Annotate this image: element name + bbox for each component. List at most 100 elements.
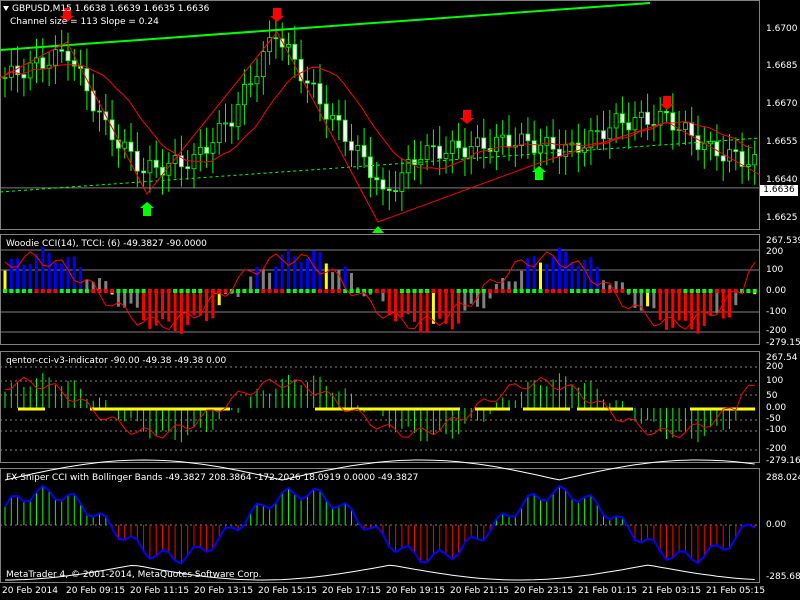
candle-body xyxy=(449,140,455,154)
zero-line-dot xyxy=(324,289,329,293)
candle-body xyxy=(437,145,443,159)
panel-min: -285.685 xyxy=(766,572,800,582)
symbol-info: GBPUSD,M15 1.6638 1.6639 1.6635 1.6636 xyxy=(12,4,210,14)
zero-line-dot xyxy=(633,289,637,293)
candle-body xyxy=(128,141,134,152)
panel-min: -279.16 xyxy=(766,456,800,466)
zero-line-dot xyxy=(450,289,455,293)
cci-histogram-bar xyxy=(406,291,410,315)
candle-body xyxy=(493,136,499,152)
candle-body xyxy=(204,146,210,154)
sell-arrow-icon xyxy=(660,96,674,110)
zero-line-dot xyxy=(280,289,285,293)
sell-arrow-icon xyxy=(460,110,474,124)
zero-line-dot xyxy=(475,289,480,293)
cci-histogram-bar xyxy=(142,291,146,321)
zero-line-dot xyxy=(122,289,127,293)
cci-histogram-bar xyxy=(179,291,183,334)
candle-body xyxy=(664,111,669,114)
zero-line-dot xyxy=(129,289,133,293)
candle-body xyxy=(367,156,373,179)
cci-histogram-bar xyxy=(47,252,51,291)
zero-line-dot xyxy=(664,289,669,293)
panel-max: 267.5399 xyxy=(766,236,800,246)
cci-histogram-bar xyxy=(167,291,171,322)
zero-line-dot xyxy=(261,289,266,293)
candle-body xyxy=(223,122,228,125)
zero-line-dot xyxy=(273,289,278,293)
zero-line-dot xyxy=(173,289,178,293)
cci-histogram-bar xyxy=(589,257,593,291)
zero-line-dot xyxy=(670,289,675,293)
candle-body xyxy=(153,159,159,168)
candle-body xyxy=(443,153,449,159)
cci-histogram-bar xyxy=(665,291,668,330)
zero-line-dot xyxy=(116,289,121,293)
cci-histogram-bar xyxy=(41,247,45,291)
candle-body xyxy=(657,111,663,126)
zero-line-dot xyxy=(425,289,430,293)
mt4-chart-canvas[interactable] xyxy=(0,0,800,600)
cci-histogram-bar xyxy=(3,270,7,291)
candle-body xyxy=(531,140,537,154)
price-label: 1.6625 xyxy=(766,213,798,223)
zero-line-dot xyxy=(292,289,297,293)
zero-line-dot xyxy=(330,289,335,293)
panel-title: qentor-cci-v3-indicator -90.00 -49.38 -4… xyxy=(6,356,227,366)
zero-line-dot xyxy=(248,289,253,293)
zero-line-dot xyxy=(588,289,593,293)
cci-histogram-bar xyxy=(9,258,13,291)
level-label: 50 xyxy=(766,391,778,401)
candle-body xyxy=(632,117,638,131)
candle-body xyxy=(40,57,46,69)
cci-histogram-bar xyxy=(53,262,57,291)
cci-histogram-bar xyxy=(186,291,190,325)
zero-line-dot xyxy=(507,289,511,293)
cci-histogram-bar xyxy=(463,291,467,311)
zero-line-dot xyxy=(15,289,20,293)
zero-line-dot xyxy=(103,289,108,293)
candle-body xyxy=(689,122,695,137)
zero-line-dot xyxy=(3,289,7,293)
zero-line-dot xyxy=(570,289,574,293)
channel-bottom-line xyxy=(0,137,761,193)
panel-title: Woodie CCI(14), TCCI: (6) -49.3827 -90.0… xyxy=(6,239,207,249)
candle-body xyxy=(122,141,128,149)
zero-line-dot xyxy=(689,289,694,293)
candle-body xyxy=(141,170,147,174)
zero-line-dot xyxy=(166,289,171,293)
zero-line-dot xyxy=(223,289,228,293)
cci-histogram-bar xyxy=(438,291,442,319)
zero-line-dot xyxy=(299,289,304,293)
candle-body xyxy=(670,112,676,131)
price-label: 1.6640 xyxy=(766,175,798,185)
level-label: 0.00 xyxy=(766,520,787,530)
zero-line-dot xyxy=(513,289,518,293)
candle-body xyxy=(727,149,732,162)
candle-body xyxy=(292,43,298,60)
zero-line-dot xyxy=(9,289,14,293)
candle-body xyxy=(2,76,8,79)
cci-histogram-bar xyxy=(318,252,322,291)
level-label: -200 xyxy=(766,326,787,336)
cci-histogram-bar xyxy=(431,291,435,324)
time-label: 20 Feb 15:15 xyxy=(258,586,318,596)
cci-histogram-bar xyxy=(570,261,574,291)
zero-line-dot xyxy=(53,289,58,293)
level-label: 0.00 xyxy=(766,286,787,296)
candle-body xyxy=(538,144,543,154)
menu-triangle-icon[interactable] xyxy=(3,6,9,11)
candle-body xyxy=(475,137,480,147)
zero-line-dot xyxy=(714,289,719,293)
zero-line-dot xyxy=(267,289,272,293)
zero-line-dot xyxy=(72,289,77,293)
candle-body xyxy=(254,76,260,85)
zero-line-dot xyxy=(59,289,64,293)
candle-body xyxy=(361,145,367,158)
cci-histogram-bar xyxy=(551,255,555,291)
cci-histogram-bar xyxy=(419,291,423,333)
level-label: -200 xyxy=(766,444,787,454)
zero-line-dot xyxy=(544,289,549,293)
zero-line-dot xyxy=(658,289,663,293)
candle-body xyxy=(216,122,222,144)
